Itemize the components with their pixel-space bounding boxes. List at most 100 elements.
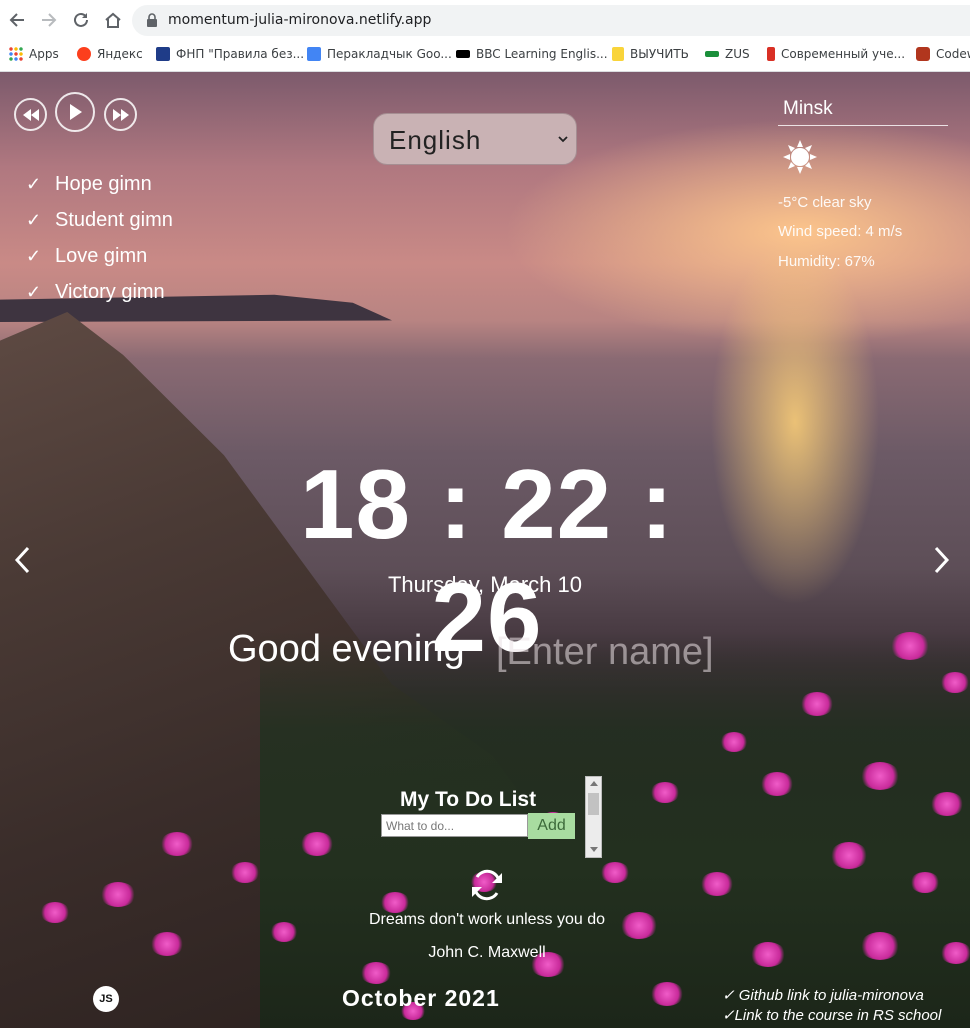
bookmark-label: Apps — [29, 47, 59, 61]
bookmark-folder[interactable]: ВЫУЧИТЬ — [612, 44, 689, 64]
bookmark-label: Codew — [936, 47, 970, 61]
flower — [890, 632, 930, 660]
bookmark-label: Перакладчык Goo... — [327, 47, 452, 61]
wind-speed: Wind speed: 4 m/s — [778, 223, 903, 240]
bookmark-label: Яндекс — [97, 47, 143, 61]
zus-icon — [705, 51, 719, 57]
scroll-down-icon[interactable] — [590, 847, 598, 853]
flower — [150, 932, 184, 956]
rewind-icon — [22, 108, 39, 121]
todo-input[interactable] — [381, 814, 528, 837]
bookmark-label: ФНП "Правила без... — [176, 47, 305, 61]
bookmark-label: ВЫУЧИТЬ — [630, 47, 689, 61]
flower — [700, 872, 734, 896]
language-select[interactable]: English — [373, 113, 577, 165]
codewars-icon — [916, 47, 930, 61]
clock-time: 18 : 22 : 26 — [300, 449, 674, 672]
track-title: Victory gimn — [55, 280, 165, 303]
flower — [40, 902, 70, 923]
bbc-icon — [456, 50, 470, 58]
bookmark-modern[interactable]: Современный уче... — [767, 44, 905, 64]
flower — [360, 962, 392, 984]
person-icon — [767, 47, 775, 61]
js-logo[interactable]: JS — [93, 986, 119, 1012]
bookmark-zus[interactable]: ZUS — [705, 44, 750, 64]
forward-icon[interactable] — [37, 8, 61, 32]
bookmark-label: Современный уче... — [781, 47, 906, 61]
flower — [270, 922, 298, 942]
fast-forward-icon — [112, 108, 129, 121]
scroll-thumb[interactable] — [588, 793, 599, 815]
city-input[interactable]: Minsk — [778, 95, 948, 126]
refresh-quote-icon[interactable] — [469, 867, 505, 903]
play-prev-button[interactable] — [14, 98, 47, 131]
folder-icon — [612, 47, 624, 61]
browser-chrome: momentum-julia-mironova.netlify.app Apps… — [0, 0, 970, 72]
scroll-up-icon[interactable] — [590, 780, 598, 786]
bookmark-apps[interactable]: Apps — [9, 44, 59, 64]
playlist-item[interactable]: ✓ Love gimn — [26, 238, 226, 274]
play-button[interactable] — [55, 92, 95, 132]
date-text: Thursday, March 10 — [387, 572, 582, 597]
track-title: Hope gimn — [55, 172, 152, 195]
check-icon: ✓ — [26, 245, 42, 266]
weather-widget: Minsk -5°C clear sky Wind speed: 4 m/s H… — [778, 95, 948, 285]
bookmark-bbc[interactable]: BBC Learning Englis... — [456, 44, 608, 64]
flower — [750, 942, 786, 967]
rs-school-link[interactable]: ✓Link to the course in RS school — [722, 1006, 970, 1026]
lock-icon — [147, 13, 157, 27]
apps-grid-icon — [9, 47, 23, 61]
reload-icon[interactable] — [69, 8, 93, 32]
flower — [940, 672, 970, 693]
playlist: ✓ Hope gimn ✓ Student gimn ✓ Love gimn ✓ Vic… — [26, 166, 226, 310]
flower — [800, 692, 834, 716]
bookmark-fnp[interactable]: ФНП "Правила без... — [156, 44, 304, 64]
name-input[interactable] — [496, 630, 756, 674]
audio-player — [14, 92, 138, 134]
flower — [300, 832, 334, 856]
flower — [930, 792, 964, 816]
playlist-item[interactable]: ✓ Victory gimn — [26, 274, 226, 310]
flower — [940, 942, 970, 964]
playlist-item[interactable]: ✓ Student gimn — [26, 202, 226, 238]
todo-widget: My To Do List Add — [378, 776, 602, 858]
yandex-icon — [77, 47, 91, 61]
slide-next-icon[interactable] — [932, 545, 952, 575]
bookmark-label: BBC Learning Englis... — [476, 47, 608, 61]
browser-toolbar: momentum-julia-mironova.netlify.app — [0, 0, 970, 40]
weather-description: -5°C clear sky — [778, 194, 872, 211]
bookmark-yandex[interactable]: Яндекс — [77, 44, 143, 64]
play-next-button[interactable] — [104, 98, 137, 131]
bookmark-translate[interactable]: Перакладчык Goo... — [307, 44, 452, 64]
check-icon: ✓ — [26, 173, 42, 194]
greeting: Good evening — [228, 628, 828, 678]
home-icon[interactable] — [101, 8, 125, 32]
back-icon[interactable] — [5, 8, 29, 32]
bookmarks-bar: Apps Яндекс ФНП "Правила без... Пераклад… — [0, 40, 970, 68]
city-name: Minsk — [783, 98, 833, 119]
address-bar[interactable]: momentum-julia-mironova.netlify.app — [132, 5, 970, 36]
flower — [720, 732, 748, 752]
quote-author: John C. Maxwell — [428, 944, 546, 961]
flower — [100, 882, 136, 907]
play-icon — [70, 104, 82, 120]
todo-add-button[interactable]: Add — [528, 813, 575, 839]
github-link[interactable]: ✓ Github link to julia-mironova — [722, 986, 970, 1006]
track-title: Love gimn — [55, 244, 148, 267]
slide-prev-icon[interactable] — [12, 545, 32, 575]
flower — [650, 982, 684, 1006]
flower — [380, 892, 410, 913]
playlist-item[interactable]: ✓ Hope gimn — [26, 166, 226, 202]
bookmark-codewars[interactable]: Codew — [916, 44, 970, 64]
chevron-down-icon — [558, 136, 568, 143]
check-icon: ✓ — [26, 209, 42, 230]
flower — [650, 782, 680, 803]
quote-text: Dreams don't work unless you do — [368, 911, 606, 928]
track-title: Student gimn — [55, 208, 173, 231]
flower — [160, 832, 194, 856]
language-selected: English — [389, 125, 482, 155]
todo-scrollbar[interactable] — [585, 776, 602, 858]
footer-year: October 2021 — [342, 985, 500, 1011]
flower — [860, 762, 900, 790]
url-text: momentum-julia-mironova.netlify.app — [168, 12, 432, 28]
